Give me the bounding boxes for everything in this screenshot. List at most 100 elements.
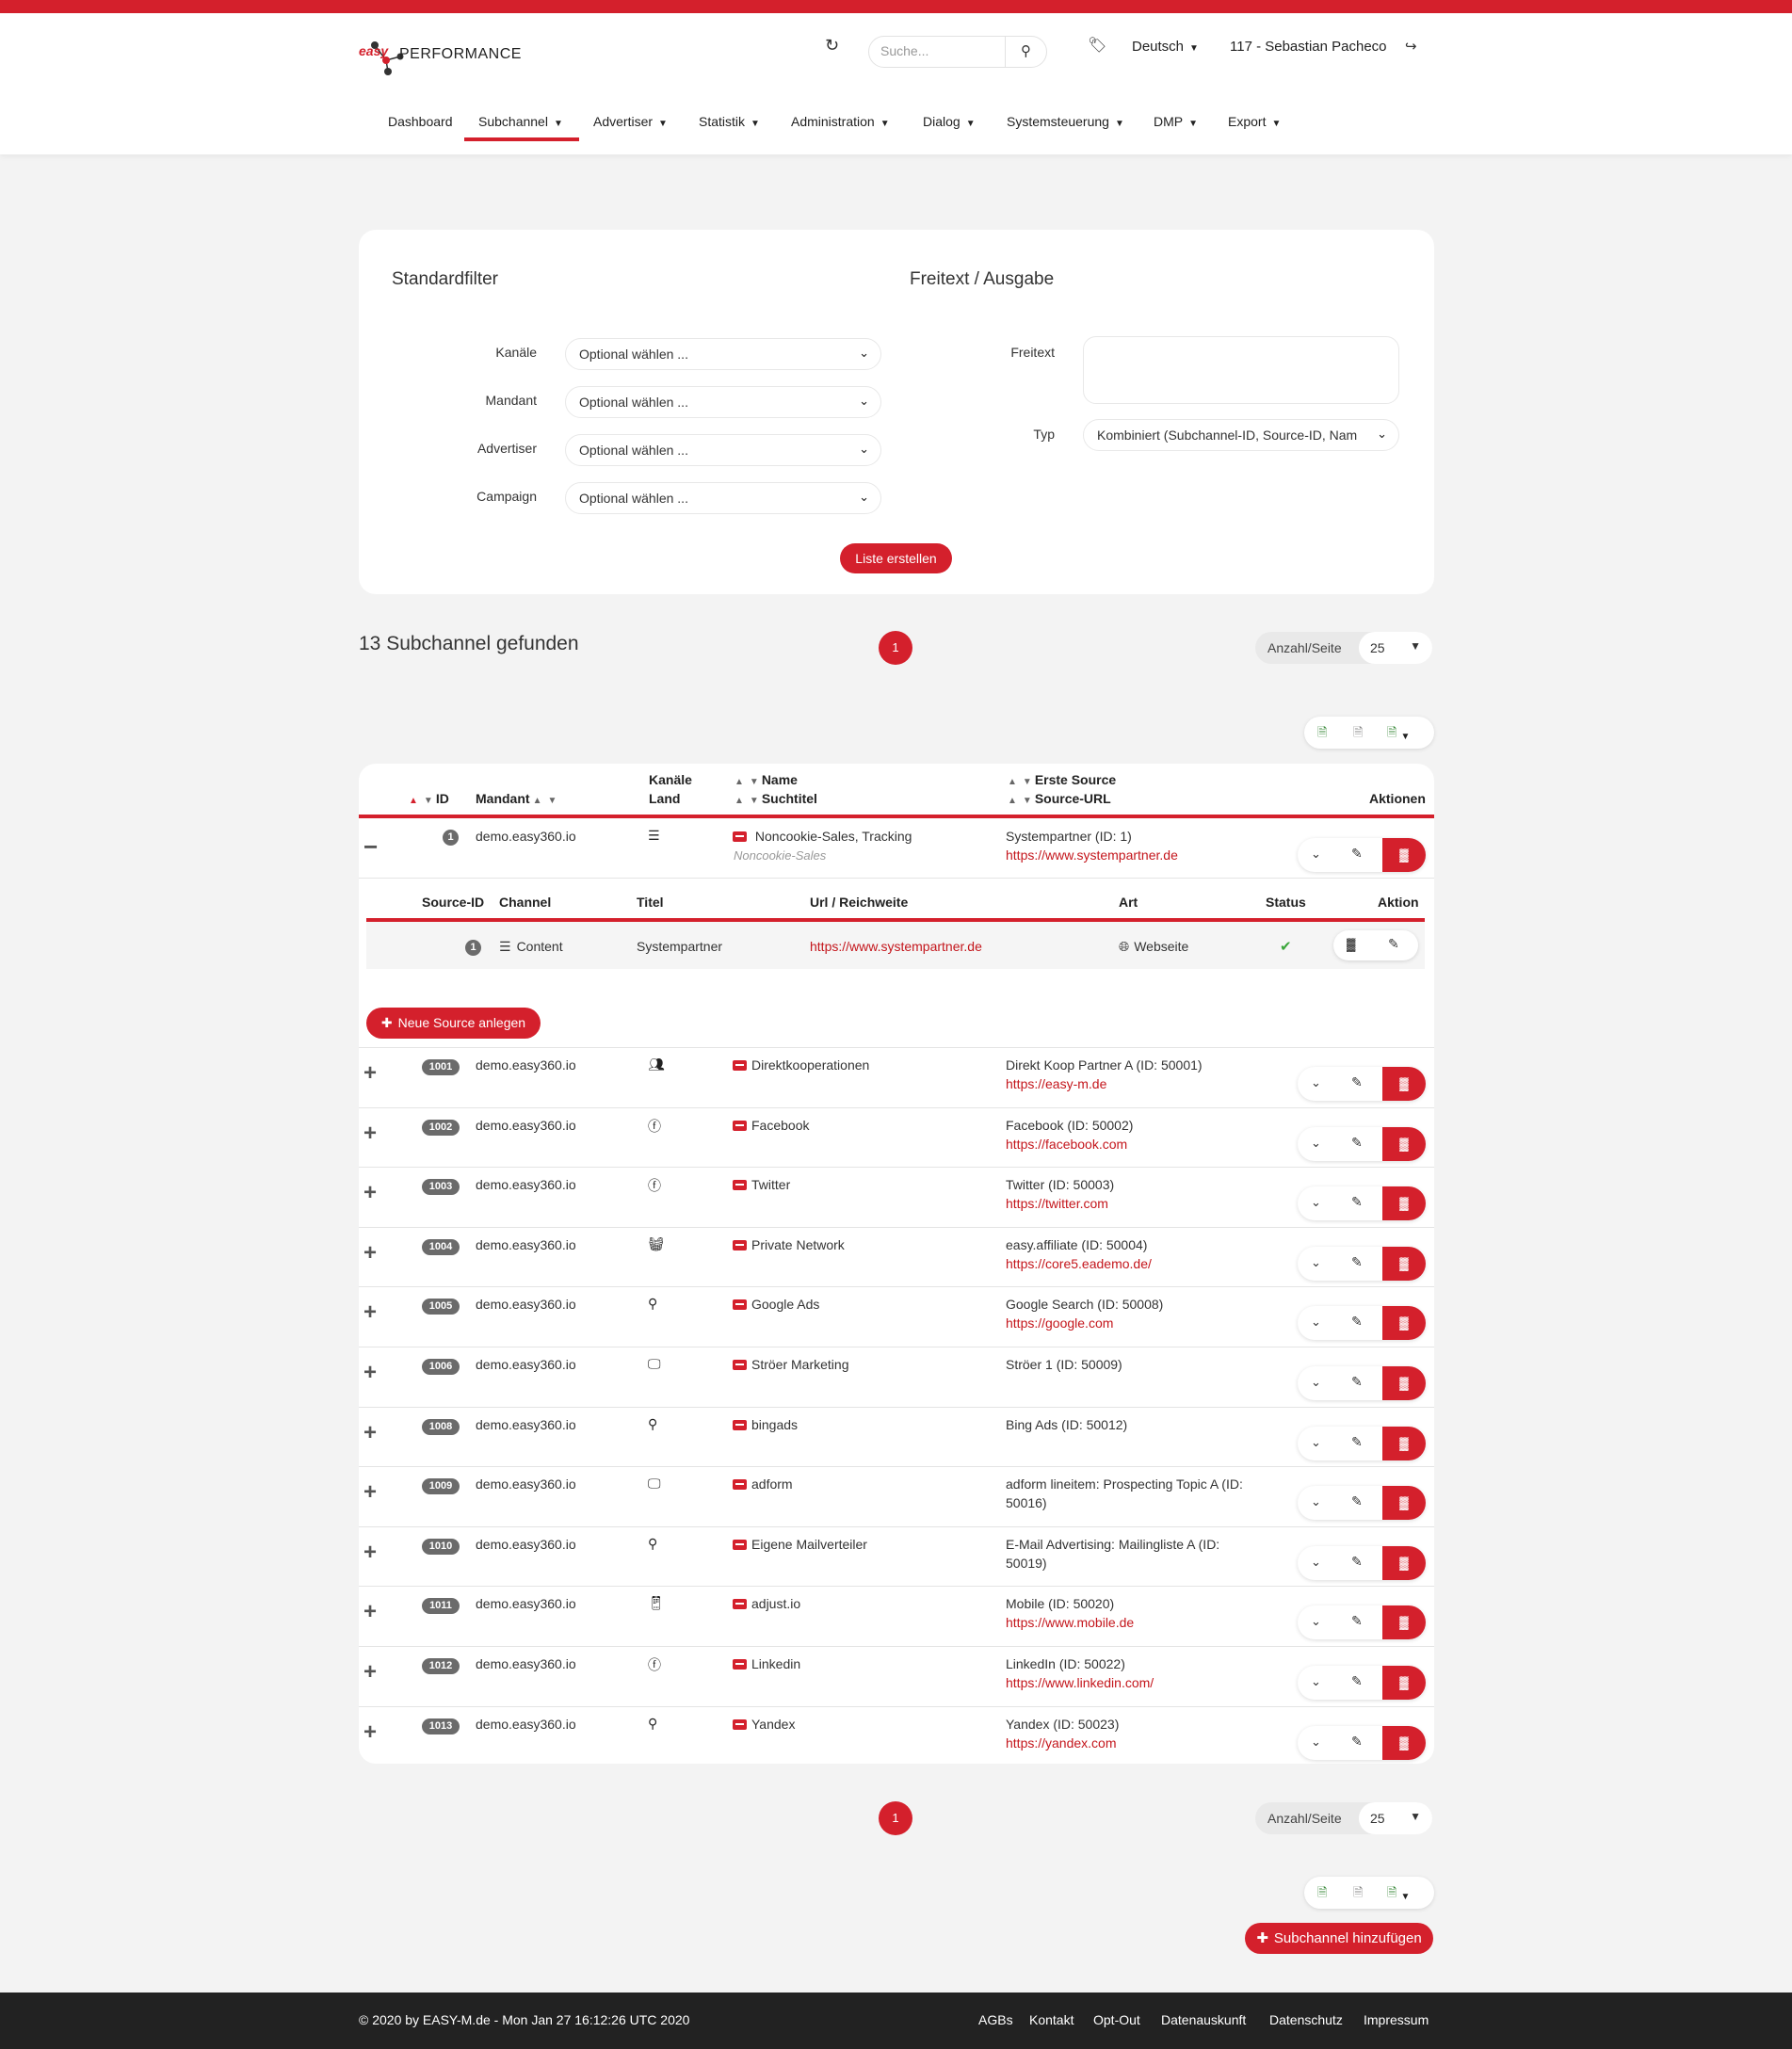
stats-icon[interactable]: ▓ <box>1382 1546 1426 1580</box>
nav-dialog[interactable]: Dialog ▼ <box>923 114 976 129</box>
chevron-down-icon[interactable]: ⌄ <box>1311 1255 1321 1270</box>
edit-icon[interactable]: ✎ <box>1351 1673 1363 1689</box>
chevron-down-icon[interactable]: ⌄ <box>1311 847 1321 862</box>
stats-icon[interactable]: ▓ <box>1382 1306 1426 1340</box>
excel-export-icon[interactable]: 🗎 <box>1317 1884 1327 1905</box>
stats-icon[interactable]: ▓ <box>1382 1186 1426 1220</box>
nav-export[interactable]: Export ▼ <box>1228 114 1281 129</box>
expand-icon[interactable]: + <box>363 1360 377 1386</box>
footer-link-kontakt[interactable]: Kontakt <box>1029 2012 1074 2027</box>
nav-subchannel[interactable]: Subchannel ▼ <box>478 114 563 129</box>
source-url-link[interactable]: https://twitter.com <box>1006 1196 1108 1211</box>
edit-icon[interactable]: ✎ <box>1351 1374 1363 1390</box>
refresh-icon[interactable]: ↻ <box>825 36 839 56</box>
sub-url-link[interactable]: https://www.systempartner.de <box>810 939 982 954</box>
header-erste-source[interactable]: ▲ ▼ Erste Source <box>1005 772 1116 787</box>
collapse-icon[interactable]: − <box>363 832 378 862</box>
edit-icon[interactable]: ✎ <box>1351 1314 1363 1330</box>
perpage-select[interactable]: 25 ▼ <box>1359 632 1432 664</box>
stats-icon[interactable]: ▓ <box>1382 1726 1426 1760</box>
nav-administration[interactable]: Administration ▼ <box>791 114 890 129</box>
source-url-link[interactable]: https://facebook.com <box>1006 1137 1127 1152</box>
chevron-down-icon[interactable]: ⌄ <box>1311 1375 1321 1390</box>
edit-icon[interactable]: ✎ <box>1351 1734 1363 1750</box>
create-list-button[interactable]: Liste erstellen <box>840 543 952 573</box>
new-source-button[interactable]: ✚ Neue Source anlegen <box>366 1008 541 1039</box>
nav-advertiser[interactable]: Advertiser ▼ <box>593 114 668 129</box>
stats-icon[interactable]: ▓ <box>1382 1605 1426 1639</box>
chevron-down-icon[interactable]: ⌄ <box>1311 1674 1321 1689</box>
expand-icon[interactable]: + <box>363 1719 377 1746</box>
expand-icon[interactable]: + <box>363 1479 377 1506</box>
mandant-select[interactable]: Optional wählen ... ⌄ <box>565 386 881 418</box>
footer-link-agbs[interactable]: AGBs <box>978 2012 1013 2027</box>
expand-icon[interactable]: + <box>363 1659 377 1686</box>
expand-icon[interactable]: + <box>363 1121 377 1147</box>
footer-link-datenauskunft[interactable]: Datenauskunft <box>1161 2012 1246 2027</box>
expand-icon[interactable]: + <box>363 1599 377 1625</box>
edit-icon[interactable]: ✎ <box>1351 1613 1363 1629</box>
export-menu-icon[interactable]: 🗎 ▼ <box>1387 1884 1410 1905</box>
stats-icon[interactable]: ▓ <box>1347 937 1355 951</box>
chevron-down-icon[interactable]: ⌄ <box>1311 1075 1321 1090</box>
expand-icon[interactable]: + <box>363 1299 377 1326</box>
header-name[interactable]: ▲ ▼ Name <box>732 772 798 787</box>
nav-dmp[interactable]: DMP ▼ <box>1154 114 1198 129</box>
footer-link-impressum[interactable]: Impressum <box>1364 2012 1429 2027</box>
source-url-link[interactable]: https://google.com <box>1006 1315 1113 1331</box>
stats-icon[interactable]: ▓ <box>1382 1127 1426 1161</box>
header-mandant[interactable]: Mandant ▲ ▼ <box>476 791 559 806</box>
source-url-link[interactable]: https://www.systempartner.de <box>1006 847 1178 863</box>
chevron-down-icon[interactable]: ⌄ <box>1311 1195 1321 1210</box>
edit-icon[interactable]: ✎ <box>1351 1434 1363 1450</box>
chevron-down-icon[interactable]: ⌄ <box>1311 1435 1321 1450</box>
footer-link-opt-out[interactable]: Opt-Out <box>1093 2012 1140 2027</box>
header-suchtitel[interactable]: ▲ ▼ Suchtitel <box>732 791 817 806</box>
footer-link-datenschutz[interactable]: Datenschutz <box>1269 2012 1343 2027</box>
header-source-url[interactable]: ▲ ▼ Source-URL <box>1005 791 1111 806</box>
stats-icon[interactable]: ▓ <box>1382 1366 1426 1400</box>
typ-select[interactable]: Kombiniert (Subchannel-ID, Source-ID, Na… <box>1083 419 1399 451</box>
chevron-down-icon[interactable]: ⌄ <box>1311 1136 1321 1151</box>
expand-icon[interactable]: + <box>363 1420 377 1446</box>
stats-icon[interactable]: ▓ <box>1382 1427 1426 1460</box>
advertiser-select[interactable]: Optional wählen ... ⌄ <box>565 434 881 466</box>
edit-icon[interactable]: ✎ <box>1351 1074 1363 1090</box>
edit-icon[interactable]: ✎ <box>1388 936 1399 952</box>
csv-export-icon[interactable]: 🗎 <box>1353 1884 1363 1905</box>
nav-systemsteuerung[interactable]: Systemsteuerung ▼ <box>1007 114 1124 129</box>
freitext-textarea[interactable] <box>1083 336 1399 404</box>
source-url-link[interactable]: https://core5.eademo.de/ <box>1006 1256 1152 1271</box>
search-icon[interactable]: ⚲ <box>1005 37 1046 67</box>
edit-icon[interactable]: ✎ <box>1351 1135 1363 1151</box>
chevron-down-icon[interactable]: ⌄ <box>1311 1494 1321 1509</box>
campaign-select[interactable]: Optional wählen ... ⌄ <box>565 482 881 514</box>
source-url-link[interactable]: https://www.mobile.de <box>1006 1615 1134 1630</box>
nav-dashboard[interactable]: Dashboard <box>388 114 453 129</box>
source-url-link[interactable]: https://easy-m.de <box>1006 1076 1106 1091</box>
edit-icon[interactable]: ✎ <box>1351 1194 1363 1210</box>
perpage-select[interactable]: 25 ▼ <box>1359 1802 1432 1834</box>
edit-icon[interactable]: ✎ <box>1351 1254 1363 1270</box>
stats-icon[interactable]: ▓ <box>1382 1247 1426 1281</box>
stats-icon[interactable]: ▓ <box>1382 1067 1426 1101</box>
search-input[interactable] <box>880 43 1003 58</box>
chevron-down-icon[interactable]: ⌄ <box>1311 1315 1321 1330</box>
chevron-down-icon[interactable]: ⌄ <box>1311 1734 1321 1750</box>
page-1-button-bottom[interactable]: 1 <box>879 1801 912 1835</box>
source-url-link[interactable]: https://www.linkedin.com/ <box>1006 1675 1154 1690</box>
edit-icon[interactable]: ✎ <box>1351 1554 1363 1570</box>
csv-export-icon[interactable]: 🗎 <box>1353 724 1363 745</box>
logout-icon[interactable]: ↪ <box>1405 38 1417 55</box>
header-id[interactable]: ▲ ▼ ID <box>409 791 449 806</box>
tags-icon[interactable]: 🏷︎ <box>1088 36 1106 55</box>
add-subchannel-button[interactable]: ✚ Subchannel hinzufügen <box>1245 1923 1433 1954</box>
chevron-down-icon[interactable]: ⌄ <box>1311 1614 1321 1629</box>
nav-statistik[interactable]: Statistik ▼ <box>699 114 760 129</box>
language-select[interactable]: Deutsch ▼ <box>1132 39 1199 55</box>
expand-icon[interactable]: + <box>363 1180 377 1206</box>
user-name[interactable]: 117 - Sebastian Pacheco <box>1230 39 1387 55</box>
chevron-down-icon[interactable]: ⌄ <box>1311 1555 1321 1570</box>
expand-icon[interactable]: + <box>363 1240 377 1267</box>
stats-icon[interactable]: ▓ <box>1382 1486 1426 1520</box>
